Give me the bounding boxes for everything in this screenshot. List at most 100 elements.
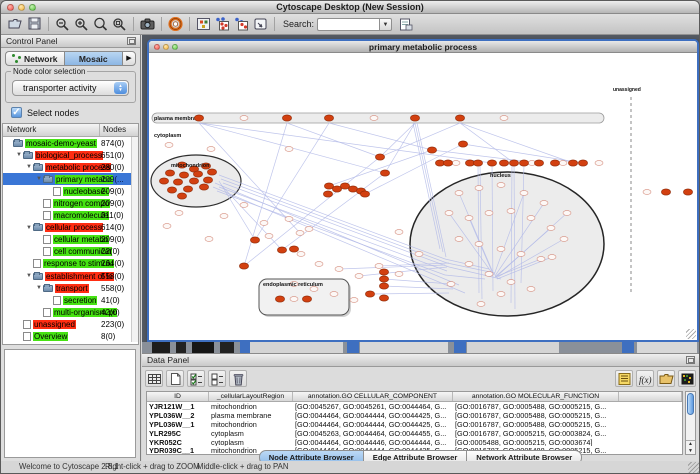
table-row[interactable]: YPL036W__2plasma membrane[GO:0044464, GO… xyxy=(147,411,682,420)
data-panel-title: Data Panel xyxy=(142,354,699,367)
zoom-fit-icon[interactable] xyxy=(110,16,129,33)
minimize-button[interactable] xyxy=(18,4,25,11)
tab-network[interactable]: Network xyxy=(5,51,64,66)
tab-node-attribute-browser[interactable]: Node Attribute Browser xyxy=(259,450,364,461)
table-row[interactable]: YLR295Ccytoplasm[GO:0045263, GO:0044464,… xyxy=(147,429,682,438)
view-resize-grip[interactable] xyxy=(686,329,696,339)
column-header[interactable]: annotation.GO CELLULAR_COMPONENT xyxy=(293,392,453,401)
table-cell: cytoplasm xyxy=(209,429,293,438)
tab-mosaic[interactable]: Mosaic xyxy=(64,51,123,66)
import-table-icon[interactable] xyxy=(396,16,415,33)
tree-row[interactable]: mosaic-demo-yeast874(0) xyxy=(3,137,138,149)
obscured-window-fragment xyxy=(622,342,634,353)
select-nodes-row: ✓ Select nodes xyxy=(11,107,79,118)
toolbar-separator xyxy=(161,17,162,31)
zoom-selected-icon[interactable] xyxy=(91,16,110,33)
tree-row[interactable]: Overview8(0) xyxy=(3,331,138,343)
attribute-list-icon[interactable] xyxy=(615,370,633,387)
tree-row-label: mosaic-demo-yeast xyxy=(25,139,97,148)
tree-row[interactable]: ▼biological_process651(0) xyxy=(3,149,138,161)
tree-expand-icon[interactable]: ▼ xyxy=(25,225,33,231)
tab-network-attribute-browser[interactable]: Network Attribute Browser xyxy=(467,450,582,461)
obscured-window-fragment xyxy=(360,342,448,353)
table-cell: YKR052C xyxy=(147,438,209,447)
network-view-titlebar[interactable]: primary metabolic process xyxy=(149,41,697,53)
tab-overflow-arrow[interactable]: ▶ xyxy=(122,51,136,66)
open-file-icon[interactable] xyxy=(6,16,25,33)
detach-icon[interactable] xyxy=(127,37,136,45)
snapshot-camera-icon[interactable] xyxy=(138,16,157,33)
column-header[interactable]: ID xyxy=(147,392,209,401)
obscured-window-fragment xyxy=(637,342,697,353)
table-cell: [GO:0016787, GO:0005488, GO:0005215, G..… xyxy=(453,402,619,411)
help-ring-icon[interactable] xyxy=(166,16,185,33)
zoom-out-icon[interactable] xyxy=(53,16,72,33)
window-resize-grip[interactable] xyxy=(688,462,699,473)
tree-row[interactable]: ▼transport558(0) xyxy=(3,282,138,294)
tree-col-nodes[interactable]: Nodes xyxy=(100,124,138,136)
tree-expand-icon[interactable]: ▼ xyxy=(25,273,33,279)
select-all-attributes-icon[interactable] xyxy=(187,370,205,387)
import-attributes-icon[interactable] xyxy=(657,370,675,387)
save-session-icon[interactable] xyxy=(25,16,44,33)
table-row[interactable]: YKR052Ccytoplasm[GO:0044464, GO:0044446,… xyxy=(147,438,682,447)
toolbar-separator xyxy=(274,17,275,31)
close-button[interactable] xyxy=(7,4,14,11)
control-panel-tabs: NetworkMosaic▶ xyxy=(5,51,136,66)
attribute-matrix-icon[interactable] xyxy=(678,370,696,387)
new-attribute-icon[interactable] xyxy=(166,370,184,387)
tree-row[interactable]: cellular metabo209(0) xyxy=(3,234,138,246)
tree-row[interactable]: nucleobase-209(0) xyxy=(3,185,138,197)
tree-col-network[interactable]: Network xyxy=(3,124,100,136)
column-header[interactable]: annotation.GO MOLECULAR_FUNCTION xyxy=(453,392,619,401)
table-scrollbar[interactable]: ▲▼ xyxy=(685,391,696,455)
delete-attribute-icon[interactable] xyxy=(229,370,247,387)
tree-expand-icon[interactable]: ▼ xyxy=(35,285,43,291)
view-minimize-button[interactable] xyxy=(163,44,169,50)
tree-row[interactable]: nitrogen compo209(0) xyxy=(3,197,138,209)
overview-grid-icon[interactable] xyxy=(194,16,213,33)
annotation-box-icon[interactable] xyxy=(251,16,270,33)
show-selected-nodes-icon[interactable] xyxy=(232,16,251,33)
attribute-select-icon[interactable] xyxy=(145,370,163,387)
tree-row[interactable]: response to stimulu264(0) xyxy=(3,258,138,270)
tree-row[interactable]: cell communicat22(0) xyxy=(3,246,138,258)
tree-row[interactable]: secretion41(0) xyxy=(3,294,138,306)
search-input[interactable] xyxy=(317,18,379,31)
scrollbar-thumb[interactable] xyxy=(687,393,694,415)
hide-selected-nodes-icon[interactable] xyxy=(213,16,232,33)
tree-row[interactable]: multi-organism pro42(0) xyxy=(3,306,138,318)
tree-row[interactable]: macromolecule311(0) xyxy=(3,210,138,222)
tree-row[interactable]: ▼cellular process614(0) xyxy=(3,222,138,234)
birdseye-view[interactable] xyxy=(4,349,136,458)
tree-expand-icon[interactable]: ▼ xyxy=(35,176,43,182)
table-cell: [GO:0016787, GO:0005488, GO:0005215, G..… xyxy=(453,411,619,420)
data-panel-detach-icon[interactable] xyxy=(686,356,695,364)
view-close-button[interactable] xyxy=(154,44,160,50)
network-tree: Network Nodes mosaic-demo-yeast874(0)▼bi… xyxy=(2,123,139,345)
tree-row[interactable]: ▼primary metabo209(... xyxy=(3,173,138,185)
select-nodes-checkbox[interactable]: ✓ xyxy=(11,107,22,118)
view-zoom-button[interactable] xyxy=(172,44,178,50)
column-header[interactable]: _cellularLayoutRegion xyxy=(209,392,293,401)
search-dropdown-icon[interactable]: ▼ xyxy=(379,18,392,31)
formula-fx-icon[interactable]: f(x) xyxy=(636,370,654,387)
network-canvas[interactable]: plasma membranecytoplasmmitochondrionnuc… xyxy=(149,53,697,340)
file-icon xyxy=(53,296,61,305)
table-row[interactable]: YJR121W__1mitochondrion[GO:0045267, GO:0… xyxy=(147,402,682,411)
search-label: Search: xyxy=(283,19,314,29)
tree-row-label: Overview xyxy=(33,332,68,341)
zoom-in-icon[interactable] xyxy=(72,16,91,33)
tree-row[interactable]: unassigned223(0) xyxy=(3,318,138,330)
node-color-dropdown[interactable]: transporter activity ▲▼ xyxy=(12,80,129,96)
tree-expand-icon[interactable]: ▼ xyxy=(15,152,23,158)
tree-row[interactable]: ▼establishment of lo558(0) xyxy=(3,270,138,282)
tree-row[interactable]: ▼metabolic process280(0) xyxy=(3,161,138,173)
table-row[interactable]: YPL036W__1mitochondrion[GO:0044464, GO:0… xyxy=(147,420,682,429)
tab-edge-attribute-browser[interactable]: Edge Attribute Browser xyxy=(364,450,468,461)
unselect-all-attributes-icon[interactable] xyxy=(208,370,226,387)
zoom-window-button[interactable] xyxy=(29,4,36,11)
folder-icon xyxy=(13,140,23,147)
tree-expand-icon[interactable]: ▼ xyxy=(25,164,33,170)
tree-scrollbar[interactable] xyxy=(131,137,138,342)
